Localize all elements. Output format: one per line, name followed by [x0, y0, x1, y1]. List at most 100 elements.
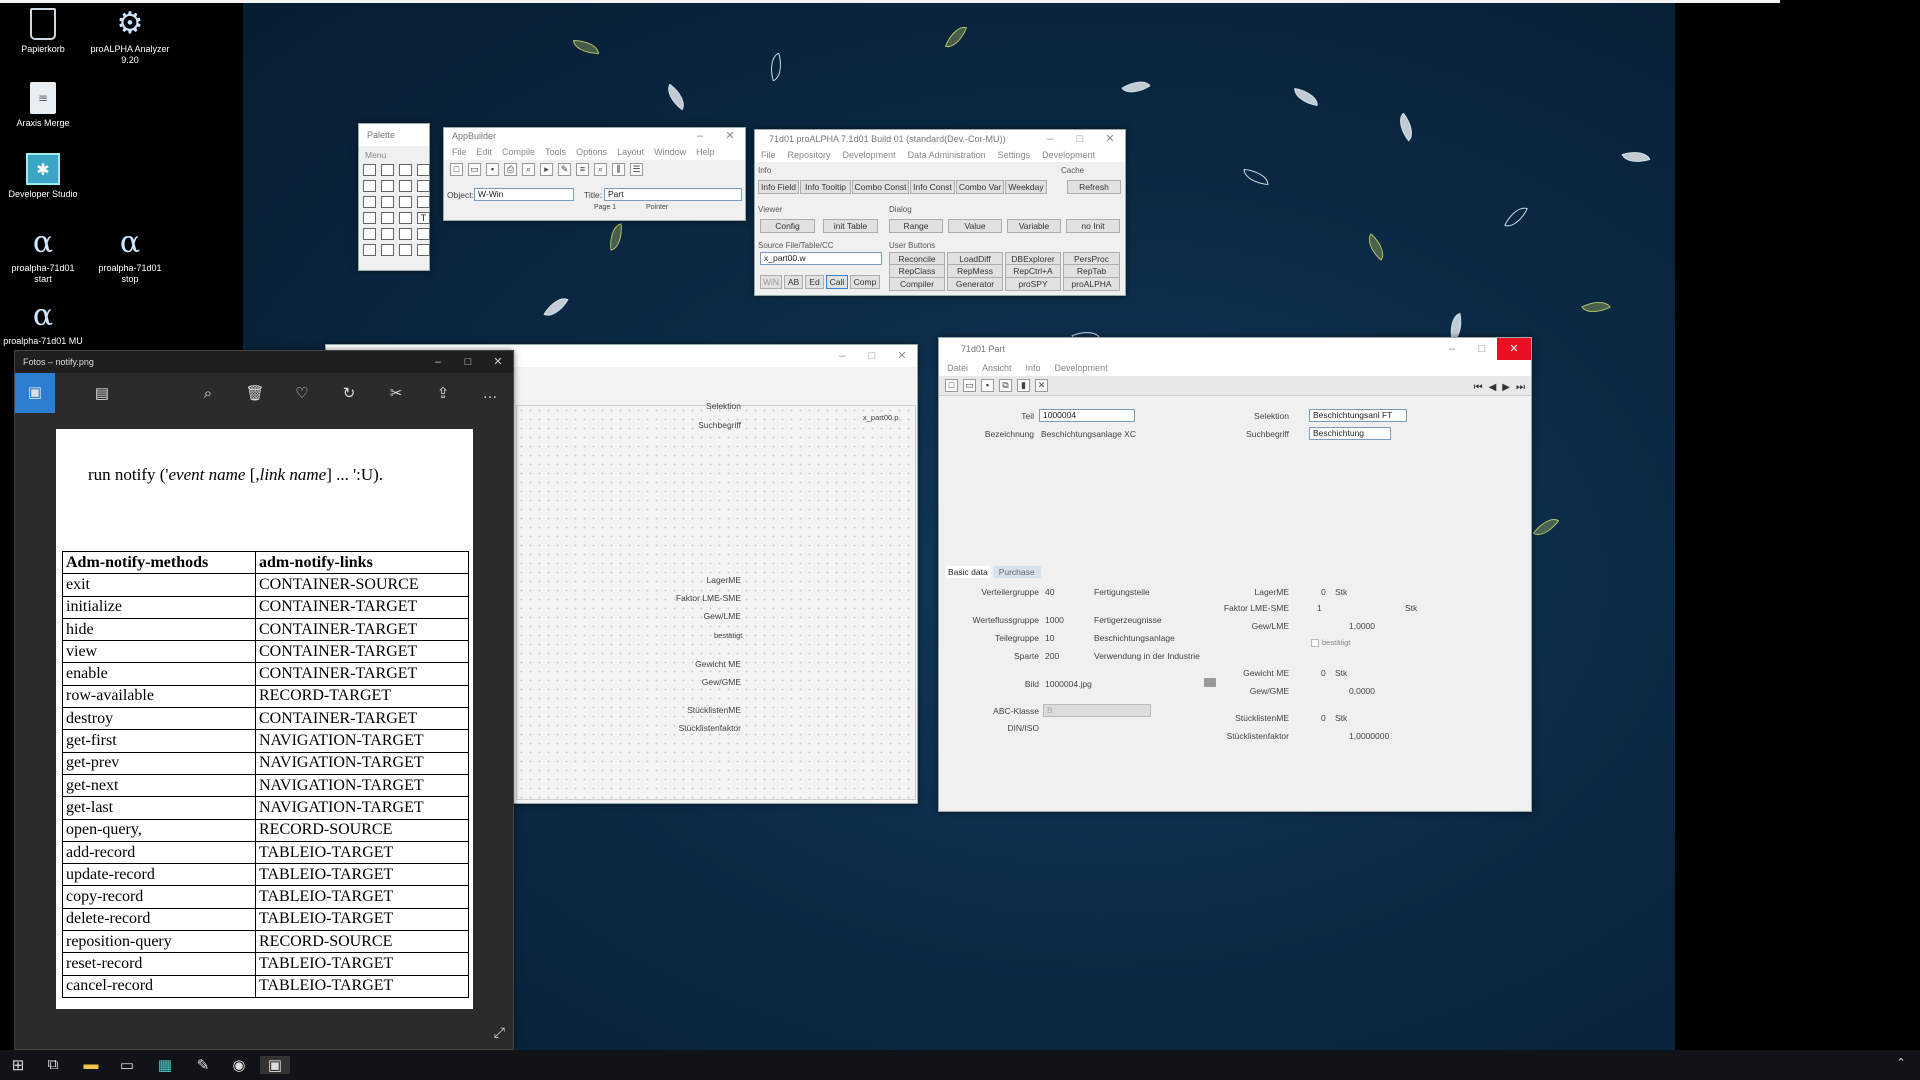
database-tool-icon[interactable] — [381, 228, 394, 240]
pointer-tool-icon[interactable] — [363, 164, 376, 176]
maximize-icon[interactable]: □ — [453, 351, 483, 373]
tray-chevron-icon[interactable]: ⌃ — [1886, 1056, 1916, 1069]
menu-window[interactable]: Window — [654, 147, 686, 157]
close-icon[interactable]: ✕ — [715, 128, 745, 144]
repctrla-button[interactable]: RepCtrl+A — [1005, 264, 1061, 278]
close-icon[interactable]: ✕ — [1497, 338, 1531, 360]
minimize-icon[interactable]: – — [827, 345, 857, 367]
link-tool-icon[interactable] — [363, 244, 376, 256]
menu-options[interactable]: Options — [576, 147, 607, 157]
smart-object-tool-icon[interactable] — [399, 212, 412, 224]
delete-icon[interactable]: 🗑 — [240, 384, 270, 402]
maximize-icon[interactable]: □ — [1065, 130, 1095, 148]
slideshow-icon[interactable]: ▤ — [87, 384, 117, 402]
menu-help[interactable]: Help — [696, 147, 715, 157]
maximize-icon[interactable]: □ — [857, 345, 887, 367]
fill-in-tool-icon[interactable] — [363, 196, 376, 208]
terminal-icon[interactable]: ▭ — [112, 1056, 142, 1074]
ab-button[interactable]: AB — [784, 275, 803, 289]
rotate-icon[interactable]: ↻ — [334, 384, 364, 402]
repmess-button[interactable]: RepMess — [947, 264, 1003, 278]
info-const-button[interactable]: Info Const — [910, 180, 955, 194]
combo-var-button[interactable]: Combo Var — [956, 180, 1004, 194]
menu-ansicht[interactable]: Ansicht — [982, 363, 1012, 373]
view-image-icon[interactable]: ▣ — [15, 373, 55, 413]
value-button[interactable]: Value — [948, 219, 1002, 233]
menu-development[interactable]: Development — [1055, 363, 1108, 373]
comp-button[interactable]: Comp — [850, 275, 880, 289]
minimize-icon[interactable]: – — [1437, 338, 1467, 360]
close-icon[interactable]: ✕ — [483, 351, 513, 373]
list-icon[interactable]: ☰ — [630, 163, 643, 176]
find-icon[interactable]: ⌕ — [594, 163, 607, 176]
last-record-icon[interactable]: ⏭ — [1516, 382, 1525, 393]
edit-icon[interactable]: ✂ — [381, 384, 411, 402]
frame-tool-icon[interactable] — [381, 164, 394, 176]
menu-settings[interactable]: Settings — [998, 150, 1031, 160]
menu-edit[interactable]: Edit — [477, 147, 493, 157]
reptab-button[interactable]: RepTab — [1063, 264, 1120, 278]
menu-development-2[interactable]: Development — [1042, 150, 1095, 160]
menu-datei[interactable]: Datei — [947, 363, 968, 373]
menu-repository[interactable]: Repository — [788, 150, 831, 160]
minimize-icon[interactable]: – — [685, 128, 715, 144]
save-icon[interactable]: ▪ — [981, 379, 994, 392]
more-icon[interactable]: … — [475, 385, 505, 402]
panel-tool-icon[interactable] — [399, 228, 412, 240]
title-field[interactable]: Part — [604, 188, 742, 201]
menu-info[interactable]: Info — [1026, 363, 1041, 373]
open-icon[interactable]: ▭ — [468, 163, 481, 176]
custom-tool-icon[interactable] — [417, 244, 430, 256]
init-table-button[interactable]: init Table — [823, 219, 878, 233]
query-tool-icon[interactable] — [399, 164, 412, 176]
menu-layout[interactable]: Layout — [617, 147, 644, 157]
call-button[interactable]: Call — [826, 275, 848, 289]
source-file-combo[interactable]: x_part00.w — [760, 252, 882, 265]
desktop-icon-recycle-bin[interactable]: Papierkorb — [3, 8, 83, 55]
weekday-button[interactable]: Weekday — [1005, 180, 1047, 194]
repclass-button[interactable]: RepClass — [889, 264, 945, 278]
compiler-button[interactable]: Compiler — [889, 277, 945, 291]
selektion-field[interactable]: Beschichtungsanl FT — [1309, 409, 1407, 422]
generator-button[interactable]: Generator — [947, 277, 1003, 291]
save-icon[interactable]: ▪ — [486, 163, 499, 176]
clock-tool-icon[interactable] — [417, 228, 430, 240]
menu-compile[interactable]: Compile — [502, 147, 535, 157]
task-view-icon[interactable]: ⧉ — [38, 1056, 68, 1073]
image-tool-icon[interactable] — [399, 180, 412, 192]
editor-tool-icon[interactable] — [417, 180, 430, 192]
desktop-icon-proalpha-start[interactable]: α proalpha-71d01 start — [3, 225, 83, 285]
zoom-icon[interactable]: ⌕ — [522, 163, 535, 176]
tree-icon[interactable]: ≡ — [576, 163, 589, 176]
proalpha-button[interactable]: proALPHA — [1063, 277, 1120, 291]
info-tooltip-button[interactable]: Info Tooltip — [800, 180, 851, 194]
desktop-icon-proalpha-mu[interactable]: α proalpha-71d01 MU — [3, 298, 83, 347]
object-field[interactable]: W-Win — [474, 188, 574, 201]
menu-data-administration[interactable]: Data Administration — [908, 150, 986, 160]
desktop-icon-proalpha-stop[interactable]: α proalpha-71d01 stop — [90, 225, 170, 285]
developer-studio-icon[interactable]: ▦ — [150, 1056, 180, 1074]
bestaetigt-checkbox[interactable] — [1311, 639, 1319, 647]
start-icon[interactable]: ⊞ — [3, 1056, 33, 1074]
config-button[interactable]: Config — [760, 219, 815, 233]
menu-file[interactable]: File — [761, 150, 776, 160]
abc-klasse-field[interactable]: B — [1043, 704, 1151, 717]
maximize-icon[interactable]: □ — [1467, 338, 1497, 360]
fullscreen-icon[interactable]: ⤢ — [494, 1024, 505, 1041]
button-tool-icon[interactable] — [363, 180, 376, 192]
radio-tool-icon[interactable] — [381, 196, 394, 208]
delete-icon[interactable]: ▮ — [1017, 379, 1030, 392]
run-icon[interactable]: ▸ — [540, 163, 553, 176]
columns-icon[interactable]: ⫼ — [612, 163, 625, 176]
menu-file[interactable]: File — [452, 147, 467, 157]
text-tool-icon[interactable]: T — [417, 212, 430, 224]
browser-icon[interactable]: ◉ — [224, 1056, 254, 1074]
prospy-button[interactable]: proSPY — [1005, 277, 1061, 291]
close-icon[interactable]: ✕ — [1095, 130, 1125, 148]
combo-tool-icon[interactable] — [381, 180, 394, 192]
suchbegriff-field[interactable]: Beschichtung — [1309, 427, 1391, 440]
copy-icon[interactable]: ⧉ — [999, 379, 1012, 392]
no-init-button[interactable]: no Init — [1066, 219, 1120, 233]
photos-icon[interactable]: ▣ — [260, 1056, 290, 1074]
menu-tools[interactable]: Tools — [545, 147, 566, 157]
